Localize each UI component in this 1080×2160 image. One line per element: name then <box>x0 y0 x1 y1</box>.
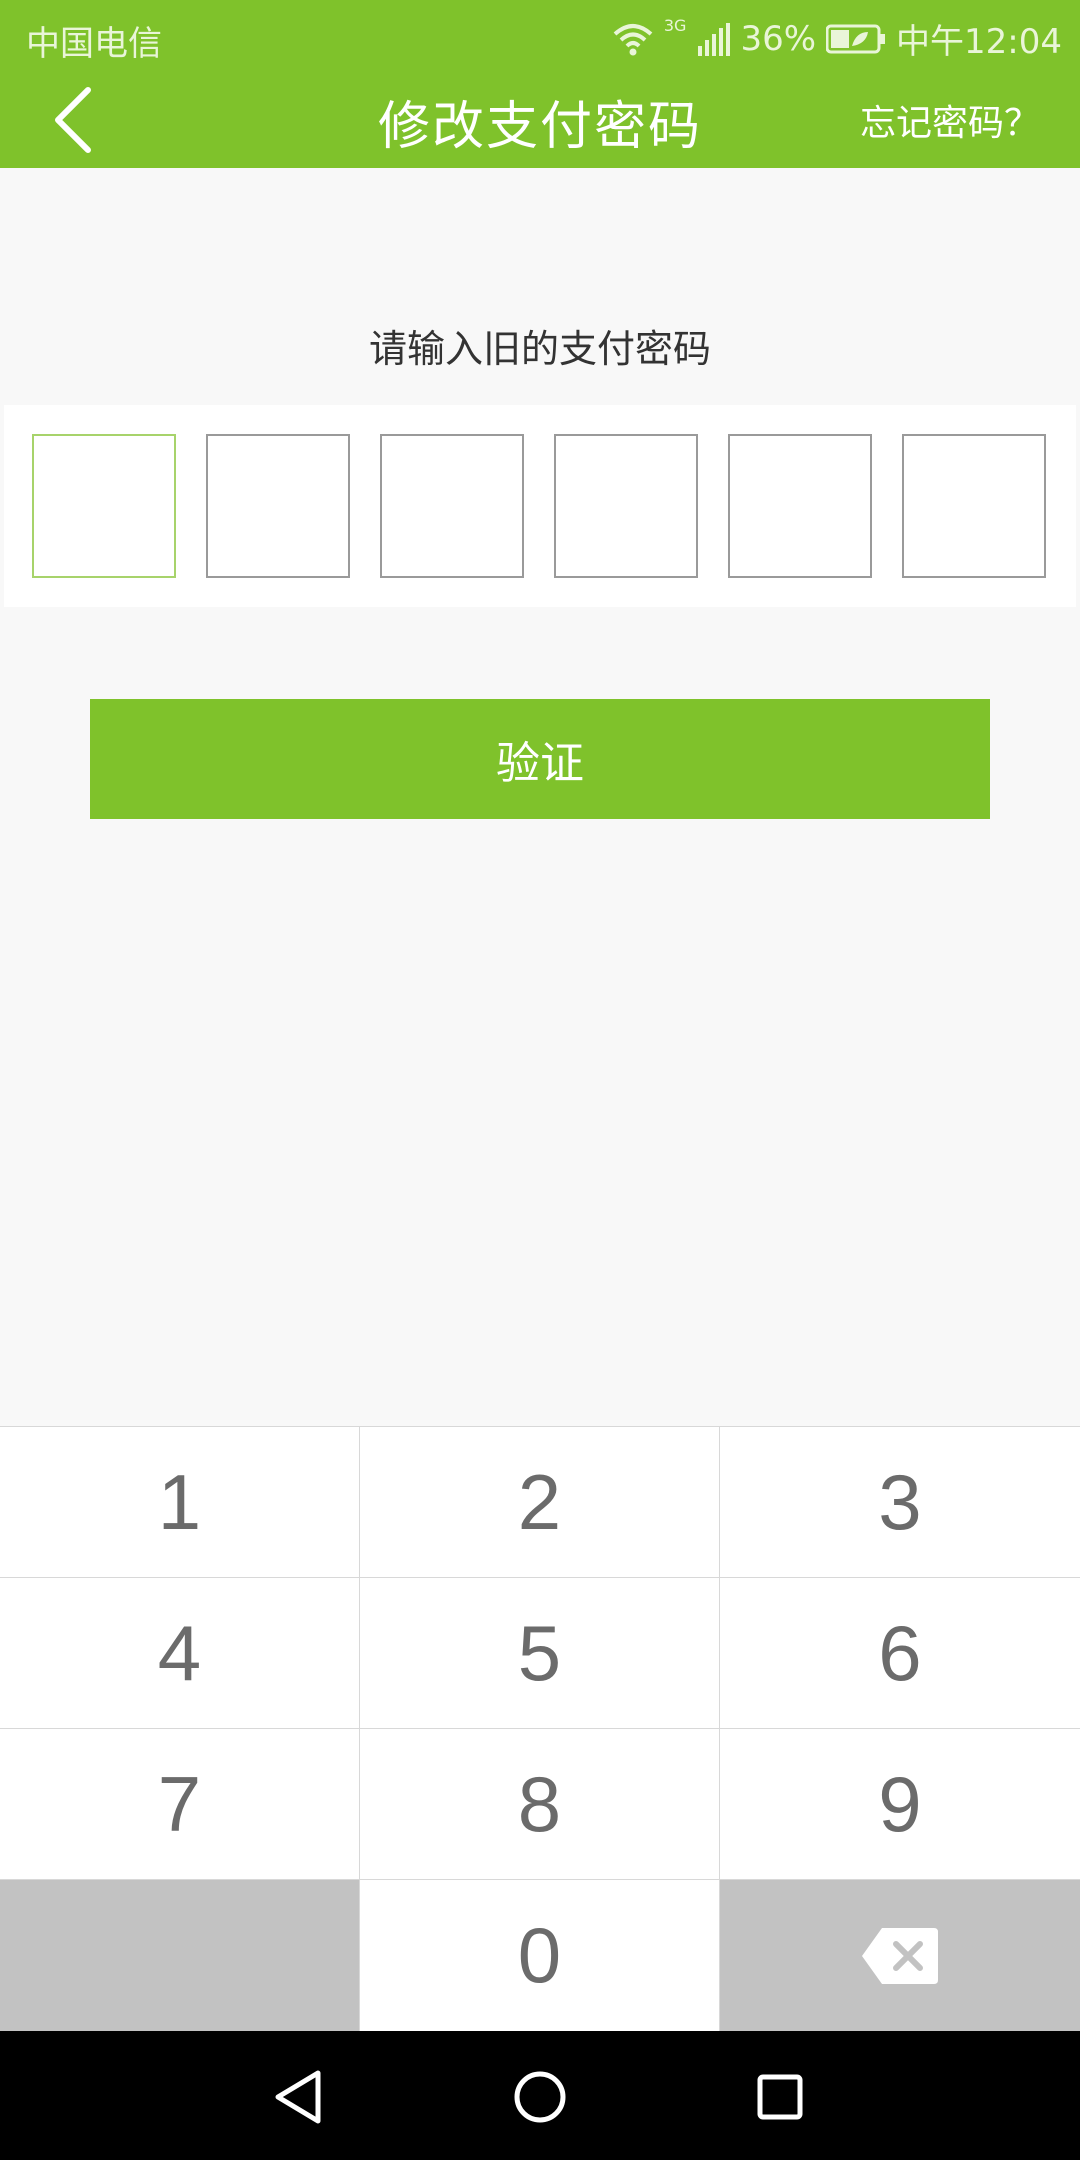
square-recents-icon <box>757 2074 803 2120</box>
backspace-icon <box>862 1927 938 1984</box>
key-blank <box>0 1880 359 2031</box>
pin-digit-box[interactable] <box>32 434 176 578</box>
forgot-password-link[interactable]: 忘记密码？ <box>860 94 1040 146</box>
battery-percent: 36% <box>740 18 817 59</box>
pin-prompt: 请输入旧的支付密码 <box>368 327 711 371</box>
key-6[interactable]: 6 <box>720 1578 1080 1728</box>
key-2[interactable]: 2 <box>360 1427 719 1577</box>
battery-icon <box>826 24 886 54</box>
pin-digit-box[interactable] <box>728 434 872 578</box>
triangle-back-icon <box>275 2070 321 2124</box>
circle-home-icon <box>514 2071 566 2123</box>
carrier-label: 中国电信 <box>26 24 162 64</box>
key-7[interactable]: 7 <box>0 1729 359 1879</box>
key-3[interactable]: 3 <box>720 1427 1080 1577</box>
pin-input[interactable] <box>4 405 1076 607</box>
system-home-button[interactable] <box>508 2065 572 2129</box>
pin-digit-box[interactable] <box>380 434 524 578</box>
clock: 中午12:04 <box>896 22 1062 62</box>
pin-digit-box[interactable] <box>206 434 350 578</box>
key-9[interactable]: 9 <box>720 1729 1080 1879</box>
status-bar: 中国电信 3G 36% 中午12:04 <box>0 0 1080 72</box>
signal-icon <box>696 22 731 56</box>
key-1[interactable]: 1 <box>0 1427 359 1577</box>
key-0[interactable]: 0 <box>360 1880 719 2031</box>
verify-button[interactable]: 验证 <box>90 699 990 819</box>
wifi-icon <box>612 22 654 56</box>
network-type-label: 3G <box>663 16 687 35</box>
system-back-button[interactable] <box>268 2065 332 2129</box>
backspace-key[interactable] <box>720 1880 1080 2031</box>
status-icons: 3G 36% 中午12:04 <box>612 14 1062 63</box>
system-recents-button[interactable] <box>748 2065 812 2129</box>
pin-digit-box[interactable] <box>554 434 698 578</box>
system-navigation-bar <box>0 2031 1080 2160</box>
numeric-keypad: 1 2 3 4 5 6 7 8 9 0 <box>0 1426 1080 2031</box>
key-8[interactable]: 8 <box>360 1729 719 1879</box>
navigation-bar: 修改支付密码 忘记密码？ <box>0 72 1080 168</box>
key-5[interactable]: 5 <box>360 1578 719 1728</box>
pin-digit-box[interactable] <box>902 434 1046 578</box>
key-4[interactable]: 4 <box>0 1578 359 1728</box>
